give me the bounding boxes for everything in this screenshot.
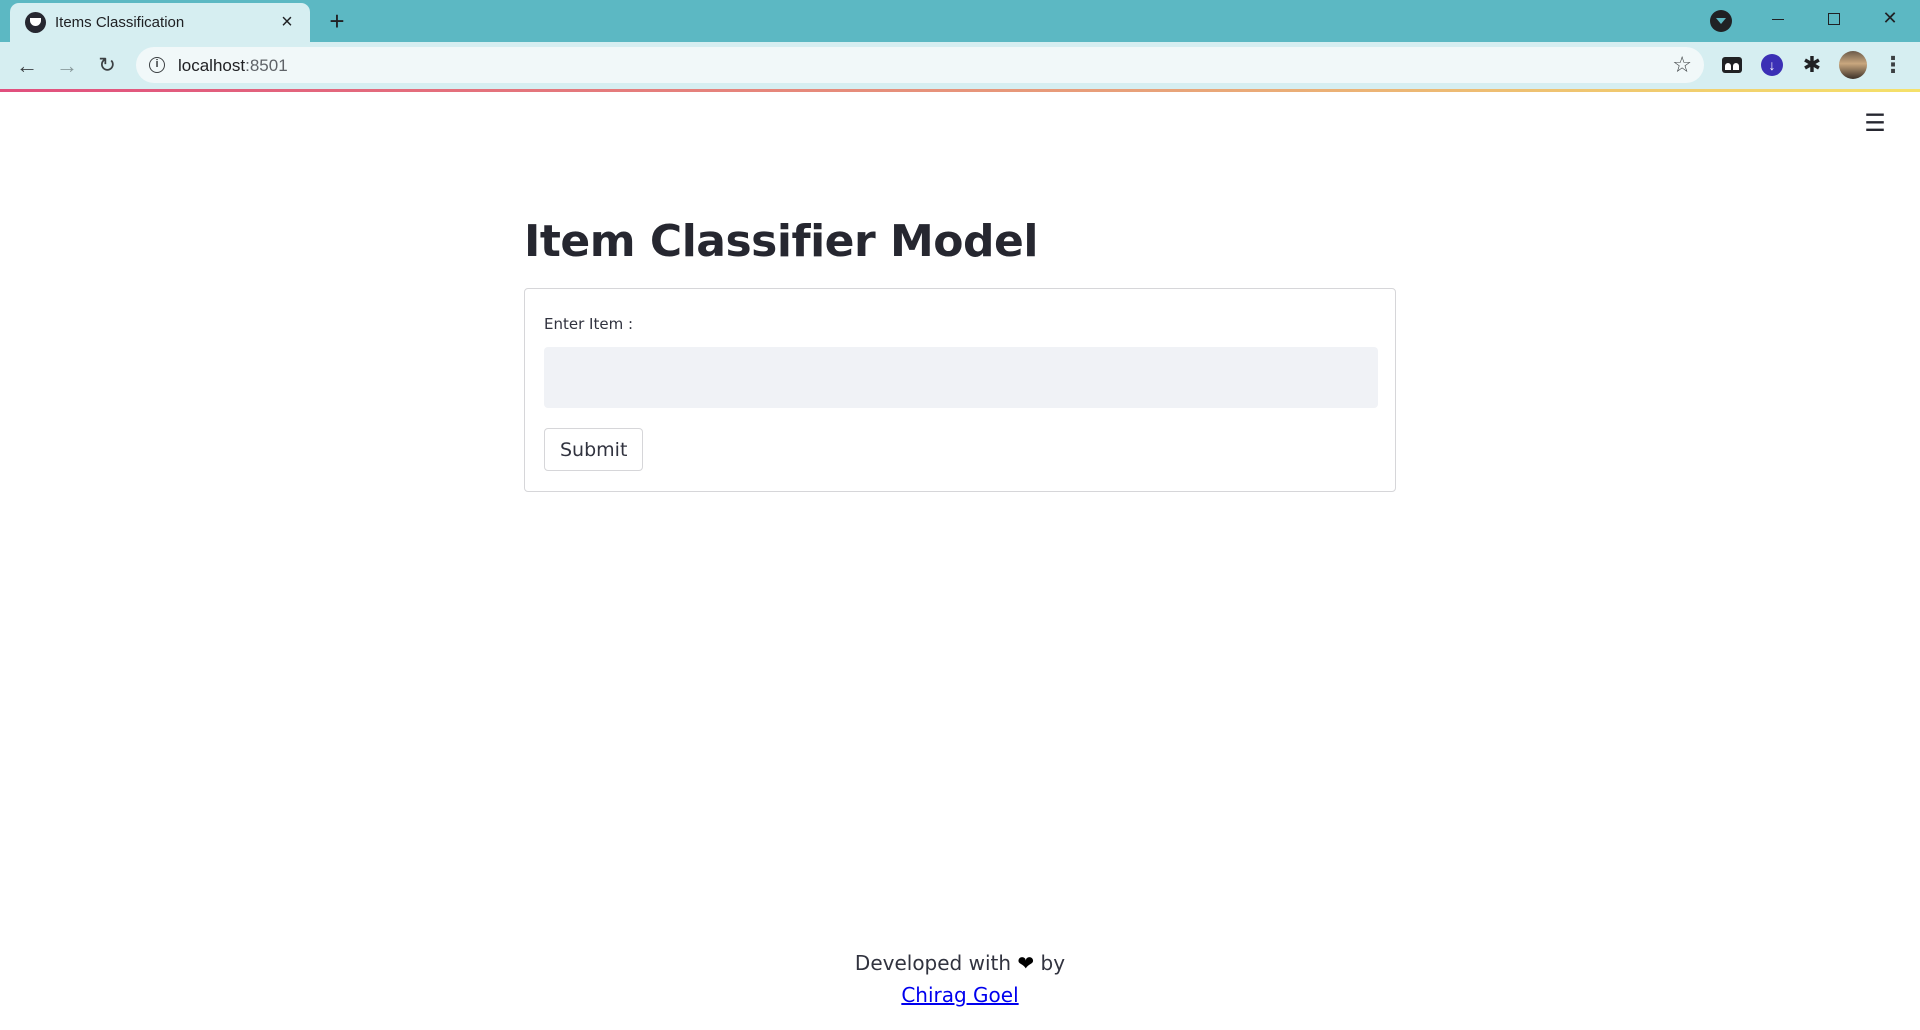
footer-credit-line: Developed with ❤ by [0, 947, 1920, 979]
forward-arrow-icon[interactable]: → [51, 50, 83, 82]
heart-icon: ❤ [1017, 951, 1035, 975]
back-arrow-icon[interactable]: ← [11, 50, 43, 82]
tab-title: Items Classification [55, 14, 185, 31]
app-page: ☰ Item Classifier Model Enter Item : Sub… [0, 92, 1920, 1030]
new-tab-button[interactable]: + [322, 8, 352, 34]
tab-search-icon[interactable] [1710, 10, 1732, 32]
item-field-label: Enter Item : [544, 315, 633, 333]
footer-suffix: by [1040, 951, 1066, 975]
address-bar[interactable]: i localhost:8501 ☆ [136, 47, 1704, 83]
author-link[interactable]: Chirag Goel [901, 983, 1018, 1007]
hamburger-menu-icon[interactable]: ☰ [1862, 111, 1888, 137]
reload-icon[interactable]: ↻ [91, 50, 123, 82]
tab-close-icon[interactable]: × [276, 11, 298, 33]
url-port: :8501 [245, 56, 288, 75]
address-url: localhost:8501 [178, 56, 288, 76]
extensions-puzzle-icon[interactable]: ✱ [1799, 52, 1825, 78]
item-form: Enter Item : Submit [524, 288, 1396, 492]
download-extension-icon[interactable]: ↓ [1759, 52, 1785, 78]
url-host: localhost [178, 56, 246, 75]
browser-toolbar: ← → ↻ i localhost:8501 ☆ ↓ ✱ ⋮ [0, 42, 1920, 89]
restore-icon [1828, 13, 1840, 26]
footer-prefix: Developed with [854, 951, 1012, 975]
restore-button[interactable] [1806, 0, 1862, 36]
bookmark-star-icon[interactable]: ☆ [1672, 52, 1692, 78]
site-info-icon[interactable]: i [149, 57, 165, 73]
minimize-button[interactable] [1750, 0, 1806, 36]
window-close-button[interactable]: ✕ [1862, 0, 1918, 36]
page-title: Item Classifier Model [524, 216, 1038, 267]
item-input[interactable] [544, 347, 1378, 408]
minimize-icon [1772, 18, 1784, 20]
incognito-extension-icon[interactable] [1719, 52, 1745, 78]
submit-button[interactable]: Submit [544, 428, 644, 471]
footer: Developed with ❤ by Chirag Goel [0, 947, 1920, 1011]
browser-tabstrip: Items Classification × + ✕ [0, 0, 1920, 42]
browser-menu-icon[interactable]: ⋮ [1880, 52, 1906, 78]
streamlit-favicon-icon [25, 12, 46, 33]
profile-avatar[interactable] [1839, 51, 1867, 79]
browser-tab[interactable]: Items Classification × [10, 3, 310, 42]
